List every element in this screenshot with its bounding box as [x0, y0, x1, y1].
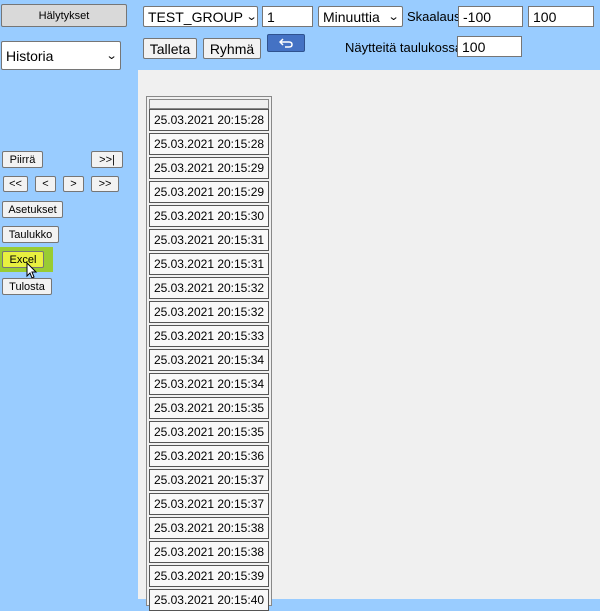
chevron-down-icon: ⌄	[245, 11, 258, 23]
timestamp-table: 25.03.2021 20:15:28 25.03.2021 20:15:28 25…	[146, 96, 272, 611]
table-row: 25.03.2021 20:15:34	[149, 349, 269, 371]
chevron-down-icon: ⌄	[105, 50, 118, 62]
rows-input[interactable]: 100	[457, 36, 522, 57]
next-page-button[interactable]: >	[63, 176, 84, 192]
table-row: 25.03.2021 20:15:35	[149, 397, 269, 419]
table-row: 25.03.2021 20:15:32	[149, 277, 269, 299]
table-row: 25.03.2021 20:15:37	[149, 493, 269, 515]
table-row: 25.03.2021 20:15:31	[149, 229, 269, 251]
group-select-value: TEST_GROUP	[148, 8, 243, 25]
jump-to-end-button[interactable]: >>|	[91, 151, 123, 168]
print-button[interactable]: Tulosta	[2, 278, 52, 295]
time-unit-select[interactable]: Minuuttia ⌄	[318, 6, 403, 27]
table-header	[149, 99, 269, 109]
scale-label: Skaalaus	[407, 9, 461, 24]
table-row: 25.03.2021 20:15:29	[149, 181, 269, 203]
table-button[interactable]: Taulukko	[2, 226, 59, 243]
table-row: 25.03.2021 20:15:32	[149, 301, 269, 323]
first-page-button[interactable]: <<	[3, 176, 28, 192]
prev-page-button[interactable]: <	[35, 176, 56, 192]
undo-arrow-icon	[279, 38, 293, 48]
view-select-value: Historia	[6, 47, 54, 64]
save-button[interactable]: Talleta	[143, 38, 197, 59]
alarms-button[interactable]: Hälytykset	[1, 4, 127, 27]
table-row: 25.03.2021 20:15:29	[149, 157, 269, 179]
last-page-button[interactable]: >>	[91, 176, 119, 192]
draw-button[interactable]: Piirrä	[2, 151, 43, 168]
group-select[interactable]: TEST_GROUP ⌄	[143, 6, 258, 27]
table-row: 25.03.2021 20:15:33	[149, 325, 269, 347]
table-row: 25.03.2021 20:15:40	[149, 589, 269, 611]
table-row: 25.03.2021 20:15:28	[149, 133, 269, 155]
rows-label: Näytteitä taulukossa	[345, 40, 463, 55]
time-unit-value: Minuuttia	[323, 8, 380, 25]
table-row: 25.03.2021 20:15:37	[149, 469, 269, 491]
table-row: 25.03.2021 20:15:31	[149, 253, 269, 275]
chevron-down-icon: ⌄	[387, 11, 400, 23]
settings-button[interactable]: Asetukset	[2, 201, 63, 218]
table-row: 25.03.2021 20:15:34	[149, 373, 269, 395]
scale-max-input[interactable]: 100	[528, 6, 594, 27]
table-row: 25.03.2021 20:15:28	[149, 109, 269, 131]
group-button[interactable]: Ryhmä	[203, 38, 261, 59]
table-row: 25.03.2021 20:15:38	[149, 541, 269, 563]
table-row: 25.03.2021 20:15:39	[149, 565, 269, 587]
table-row: 25.03.2021 20:15:38	[149, 517, 269, 539]
table-row: 25.03.2021 20:15:36	[149, 445, 269, 467]
back-button[interactable]	[267, 34, 305, 52]
period-input[interactable]: 1	[262, 6, 313, 27]
scale-min-input[interactable]: -100	[458, 6, 523, 27]
table-row: 25.03.2021 20:15:30	[149, 205, 269, 227]
table-row: 25.03.2021 20:15:35	[149, 421, 269, 443]
view-select[interactable]: Historia ⌄	[1, 41, 121, 70]
